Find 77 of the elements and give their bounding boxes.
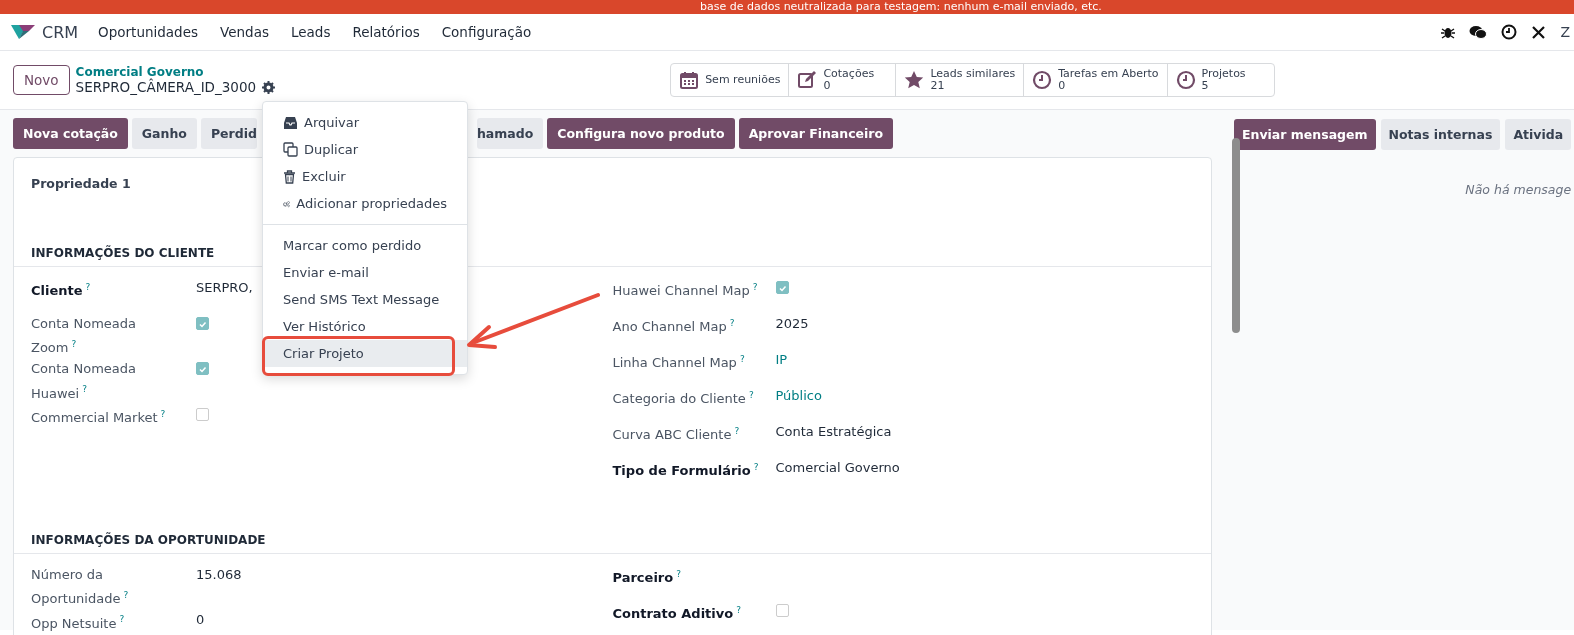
stat-button[interactable]: Cotações 0 [788, 64, 896, 96]
edit-icon [797, 70, 818, 90]
stat-button[interactable]: Leads similares 21 [895, 64, 1024, 96]
action-button[interactable]: Configura novo produto [547, 118, 735, 149]
nav-menu-item[interactable]: Vendas [220, 24, 269, 40]
scrollbar-thumb[interactable] [1232, 138, 1240, 333]
checkbox[interactable] [196, 317, 209, 330]
field-label: Conta Nomeada Huawei $^{?}$ [31, 361, 136, 401]
checkmark-icon [197, 319, 208, 330]
menu-item[interactable]: Arquivar [263, 109, 467, 136]
nav-menu-item[interactable]: Configuração [441, 24, 532, 40]
field-value: 0 [196, 611, 205, 630]
trash-icon [283, 169, 296, 184]
property-label: Propriedade 1 [31, 176, 131, 191]
field-link[interactable]: IP [775, 349, 788, 385]
star-icon [904, 70, 925, 90]
field-label: Huawei Channel Map $^{?}$ [612, 283, 758, 299]
field-label: Tipo de Formulário $^{?}$ [612, 463, 759, 479]
action-button[interactable]: Perdid [200, 118, 257, 149]
field-value: SERPRO, [196, 279, 253, 297]
new-button[interactable]: Novo [13, 65, 70, 95]
settings-icon[interactable] [262, 80, 276, 94]
field-label: Categoria do Cliente $^{?}$ [612, 391, 754, 407]
clock-icon [1175, 70, 1196, 90]
stat-button[interactable]: Sem reuniões [671, 64, 789, 96]
chatter-tab[interactable]: Notas internas [1380, 119, 1501, 150]
clock-icon [1032, 70, 1053, 90]
record-name: SERPRO_CÂMERA_ID_3000 [75, 79, 257, 95]
copy-icon [283, 142, 298, 157]
chatter-tab[interactable]: Enviar mensagem [1234, 119, 1376, 150]
warning-banner: base de dados neutralizada para testagem: nenhum e-mail enviado, etc. [0, 0, 1574, 14]
app-name[interactable]: CRM [42, 22, 79, 42]
field-label: Contrato Aditivo $^{?}$ [612, 606, 741, 622]
field-value: Comercial Governo [775, 459, 900, 477]
menu-item[interactable]: Adicionar propriedades [263, 190, 467, 217]
nav-menu-item[interactable]: Leads [290, 24, 331, 40]
field-value: 2025 [775, 315, 809, 333]
menu-item[interactable]: Ver Histórico [263, 313, 467, 340]
breadcrumb-link[interactable]: Comercial Governo [75, 65, 276, 79]
menu-item[interactable]: Send SMS Text Message [263, 286, 467, 313]
action-button[interactable]: Aprovar Financeiro [738, 118, 894, 149]
calendar-icon [679, 70, 700, 90]
checkbox[interactable] [196, 407, 209, 421]
stat-button[interactable]: Tarefas em Aberto 0 [1023, 64, 1167, 96]
nav-menu-item[interactable]: Oportunidades [98, 24, 198, 40]
field-label: Parceiro $^{?}$ [612, 570, 681, 586]
field-label: Opp Netsuite $^{?}$ [31, 615, 125, 631]
checkbox[interactable] [775, 604, 789, 617]
user-avatar[interactable]: Z [1560, 24, 1570, 40]
checkbox[interactable] [196, 362, 209, 376]
field-label: Cliente $^{?}$ [31, 283, 91, 299]
menu-item[interactable]: Criar Projeto [263, 340, 467, 367]
field-label: Ano Channel Map $^{?}$ [612, 319, 735, 335]
nav-menu-item[interactable]: Relatórios [352, 24, 420, 40]
chat-icon[interactable] [1469, 24, 1488, 40]
field-label: Número da Oportunidade $^{?}$ [31, 567, 129, 607]
field-value: 15.068 [196, 566, 242, 584]
field-link[interactable]: Público [775, 385, 822, 421]
bug-icon[interactable] [1441, 25, 1456, 39]
clock-icon[interactable] [1501, 24, 1518, 40]
field-value: Conta Estratégica [775, 423, 892, 441]
empty-message: Não há mensage [1464, 182, 1572, 197]
action-button[interactable]: Nova cotação [13, 118, 128, 149]
menu-item[interactable]: Excluir [263, 163, 467, 190]
checkbox[interactable] [775, 281, 789, 294]
action-button[interactable]: hamado [476, 118, 544, 149]
action-button[interactable]: Ganho [131, 118, 197, 149]
logo-icon [10, 22, 36, 42]
section-title: INFORMAÇÕES DA OPORTUNIDADE [14, 533, 1211, 554]
field-label: Curva ABC Cliente $^{?}$ [612, 427, 740, 443]
stat-button[interactable]: Projetos 5 [1166, 64, 1274, 96]
field-label: Conta Nomeada Zoom $^{?}$ [31, 316, 136, 356]
field-label: Commercial Market $^{?}$ [31, 410, 166, 425]
inbox-icon [283, 115, 298, 130]
chatter-tab[interactable]: Ativida [1505, 119, 1572, 150]
field-label: Linha Channel Map $^{?}$ [612, 355, 745, 371]
menu-item[interactable]: Duplicar [263, 136, 467, 163]
